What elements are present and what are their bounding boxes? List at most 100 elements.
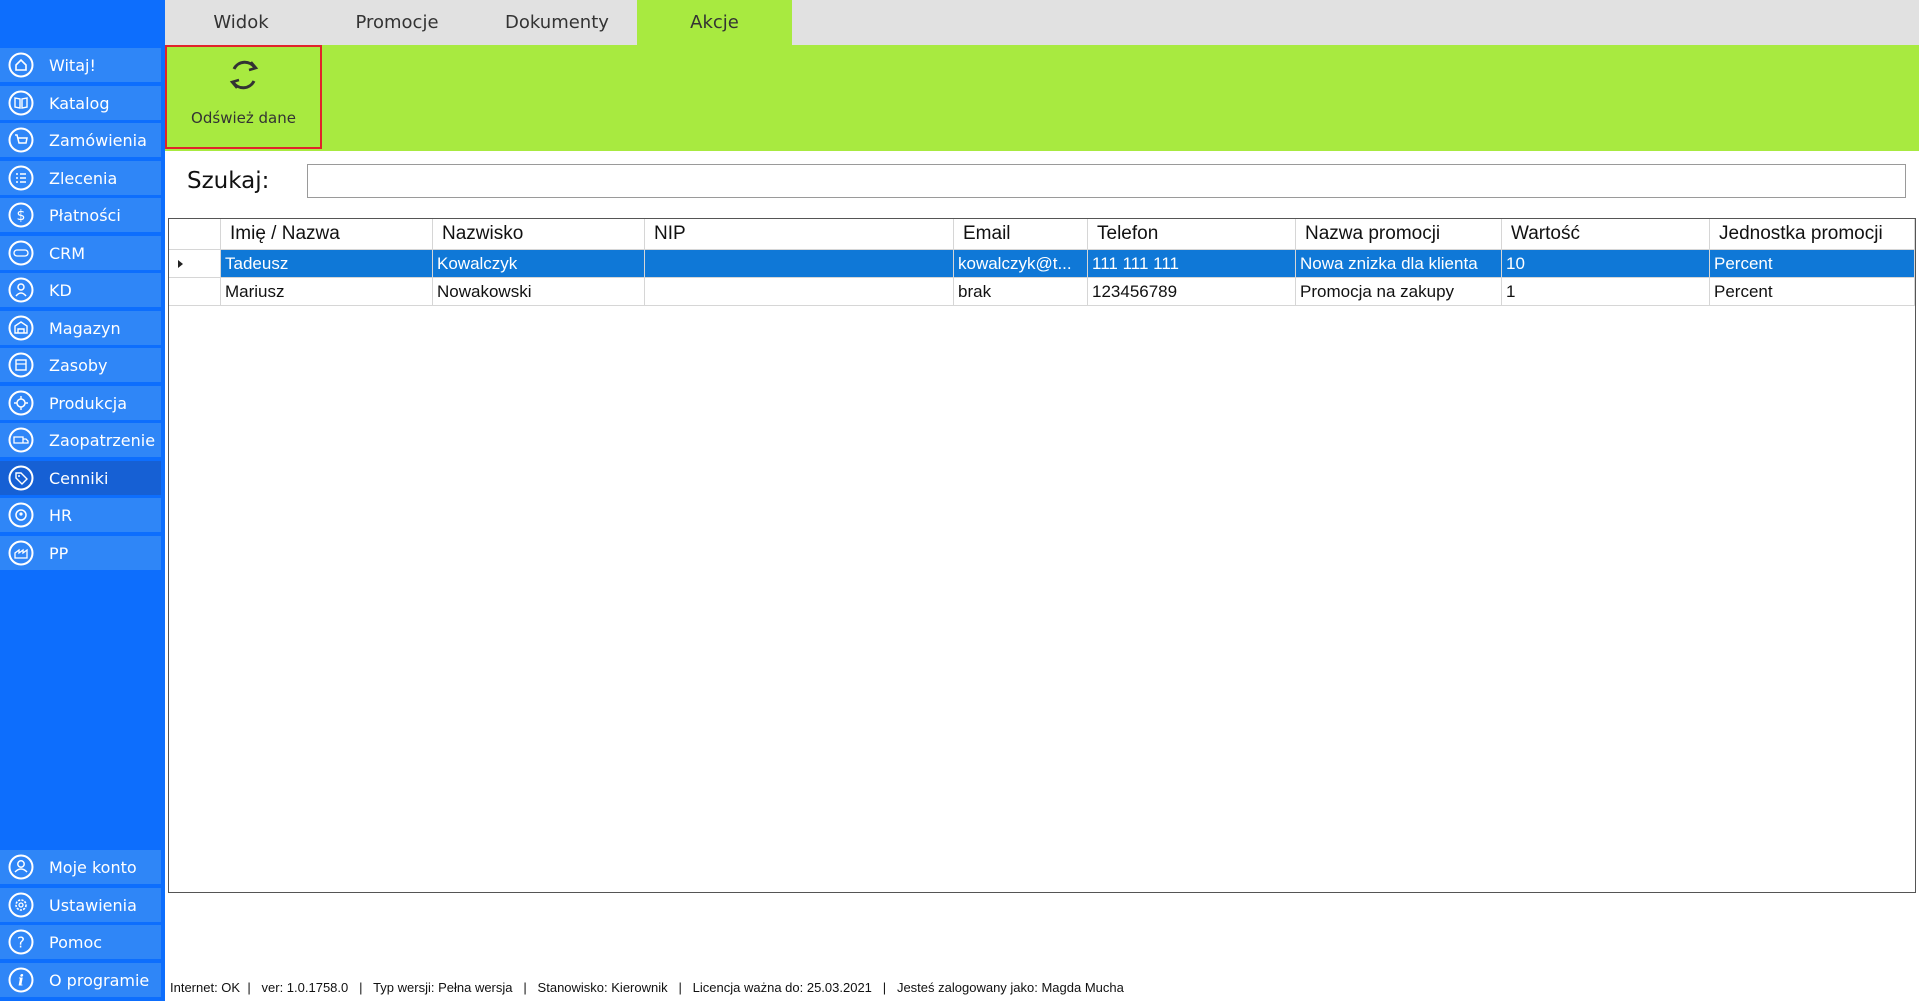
pp-icon — [8, 540, 34, 566]
crm-icon — [8, 240, 34, 266]
column-header-wartosc[interactable]: Wartość — [1502, 219, 1710, 250]
sidebar-item-ustawienia[interactable]: Ustawienia — [0, 888, 161, 922]
svg-text:?: ? — [17, 934, 25, 952]
sidebar-item-label: Zlecenia — [49, 168, 118, 188]
sidebar-item-label: Magazyn — [49, 318, 121, 338]
status-bar: Internet: OK | ver: 1.0.1758.0 | Typ wer… — [170, 980, 1124, 995]
info-icon: i — [8, 967, 34, 993]
table-cell[interactable]: Tadeusz — [221, 250, 433, 278]
search-input[interactable] — [307, 164, 1906, 198]
user-lock-icon — [8, 277, 34, 303]
warehouse-icon — [8, 315, 34, 341]
sidebar-item-label: KD — [49, 280, 72, 300]
sidebar-item-label: Zasoby — [49, 355, 108, 375]
refresh-icon — [224, 55, 264, 95]
resources-icon — [8, 352, 34, 378]
truck-icon — [8, 427, 34, 453]
table-cell[interactable]: brak — [954, 278, 1088, 306]
sidebar-item-crm[interactable]: CRM — [0, 236, 161, 270]
table-cell[interactable] — [645, 250, 954, 278]
row-selector[interactable] — [169, 278, 221, 306]
sidebar-item-cenniki[interactable]: Cenniki — [0, 461, 161, 495]
dollar-icon: $ — [8, 202, 34, 228]
sidebar-item-label: Katalog — [49, 93, 110, 113]
cart-icon — [8, 127, 34, 153]
sidebar-item-katalog[interactable]: Katalog — [0, 86, 161, 120]
row-selector[interactable] — [169, 250, 221, 278]
grid-header: Imię / Nazwa Nazwisko NIP Email Telefon … — [169, 219, 1915, 250]
sidebar-item-zasoby[interactable]: Zasoby — [0, 348, 161, 382]
home-icon — [8, 52, 34, 78]
tab-akcje[interactable]: Akcje — [637, 0, 792, 45]
sidebar-item-label: Produkcja — [49, 393, 127, 413]
promotions-grid: Imię / Nazwa Nazwisko NIP Email Telefon … — [168, 218, 1916, 893]
table-cell[interactable]: 111 111 111 — [1088, 250, 1296, 278]
ribbon: Odśwież dane — [165, 45, 1919, 151]
sidebar-item-label: O programie — [49, 970, 150, 990]
column-header-nazwa-promocji[interactable]: Nazwa promocji — [1296, 219, 1502, 250]
table-cell[interactable]: 1 — [1502, 278, 1710, 306]
tab-promocje[interactable]: Promocje — [317, 0, 477, 45]
sidebar-item-zamowienia[interactable]: Zamówienia — [0, 123, 161, 157]
refresh-data-button[interactable]: Odśwież dane — [165, 45, 322, 149]
sidebar-item-moje-konto[interactable]: Moje konto — [0, 850, 161, 884]
column-header-imie[interactable]: Imię / Nazwa — [221, 219, 433, 250]
factory-icon — [8, 390, 34, 416]
search-label: Szukaj: — [187, 168, 270, 194]
column-header-nip[interactable]: NIP — [645, 219, 954, 250]
refresh-data-label: Odśwież dane — [191, 109, 296, 127]
list-icon — [8, 165, 34, 191]
column-header-email[interactable]: Email — [954, 219, 1088, 250]
account-icon — [8, 854, 34, 880]
table-cell[interactable]: kowalczyk@t... — [954, 250, 1088, 278]
sidebar-item-label: PP — [49, 543, 69, 563]
table-cell[interactable]: Promocja na zakupy — [1296, 278, 1502, 306]
table-cell[interactable]: Mariusz — [221, 278, 433, 306]
table-cell[interactable]: 123456789 — [1088, 278, 1296, 306]
table-cell[interactable]: Nowa znizka dla klienta — [1296, 250, 1502, 278]
sidebar-item-magazyn[interactable]: Magazyn — [0, 311, 161, 345]
sidebar-item-label: CRM — [49, 243, 86, 263]
table-cell[interactable]: Percent — [1710, 250, 1915, 278]
row-pointer-icon — [177, 254, 185, 274]
sidebar-item-kd[interactable]: KD — [0, 273, 161, 307]
svg-text:i: i — [18, 972, 24, 990]
sidebar-item-produkcja[interactable]: Produkcja — [0, 386, 161, 420]
table-cell[interactable]: 10 — [1502, 250, 1710, 278]
sidebar-item-label: Moje konto — [49, 857, 137, 877]
tag-icon — [8, 465, 34, 491]
column-header-jednostka-promocji[interactable]: Jednostka promocji — [1710, 219, 1915, 250]
sidebar-item-witaj[interactable]: Witaj! — [0, 48, 161, 82]
sidebar-item-label: Płatności — [49, 205, 121, 225]
sidebar-item-o-programie[interactable]: i O programie — [0, 963, 161, 997]
table-cell[interactable]: Nowakowski — [433, 278, 645, 306]
sidebar-item-pomoc[interactable]: ? Pomoc — [0, 925, 161, 959]
table-row[interactable]: Mariusz Nowakowski brak 123456789 Promoc… — [169, 278, 1915, 306]
gear-icon — [8, 892, 34, 918]
table-row[interactable]: Tadeusz Kowalczyk kowalczyk@t... 111 111… — [169, 250, 1915, 278]
book-icon — [8, 90, 34, 116]
sidebar: Witaj! Katalog Zamówienia Zlecenia $ Pła… — [0, 0, 165, 1001]
sidebar-item-zlecenia[interactable]: Zlecenia — [0, 161, 161, 195]
hr-icon — [8, 502, 34, 528]
tab-dokumenty[interactable]: Dokumenty — [477, 0, 637, 45]
tab-widok[interactable]: Widok — [165, 0, 317, 45]
column-header-telefon[interactable]: Telefon — [1088, 219, 1296, 250]
sidebar-item-platnosci[interactable]: $ Płatności — [0, 198, 161, 232]
sidebar-item-zaopatrzenie[interactable]: Zaopatrzenie — [0, 423, 161, 457]
sidebar-item-pp[interactable]: PP — [0, 536, 161, 570]
table-cell[interactable] — [645, 278, 954, 306]
table-cell[interactable]: Percent — [1710, 278, 1915, 306]
sidebar-item-label: Cenniki — [49, 468, 109, 488]
sidebar-item-label: Pomoc — [49, 932, 103, 952]
row-header-corner — [169, 219, 221, 250]
sidebar-item-hr[interactable]: HR — [0, 498, 161, 532]
tab-bar: Widok Promocje Dokumenty Akcje — [165, 0, 1919, 45]
sidebar-item-label: Witaj! — [49, 55, 96, 75]
column-header-nazwisko[interactable]: Nazwisko — [433, 219, 645, 250]
help-icon: ? — [8, 929, 34, 955]
sidebar-item-label: Zaopatrzenie — [49, 430, 156, 450]
table-cell[interactable]: Kowalczyk — [433, 250, 645, 278]
sidebar-item-label: Zamówienia — [49, 130, 147, 150]
sidebar-item-label: HR — [49, 505, 73, 525]
